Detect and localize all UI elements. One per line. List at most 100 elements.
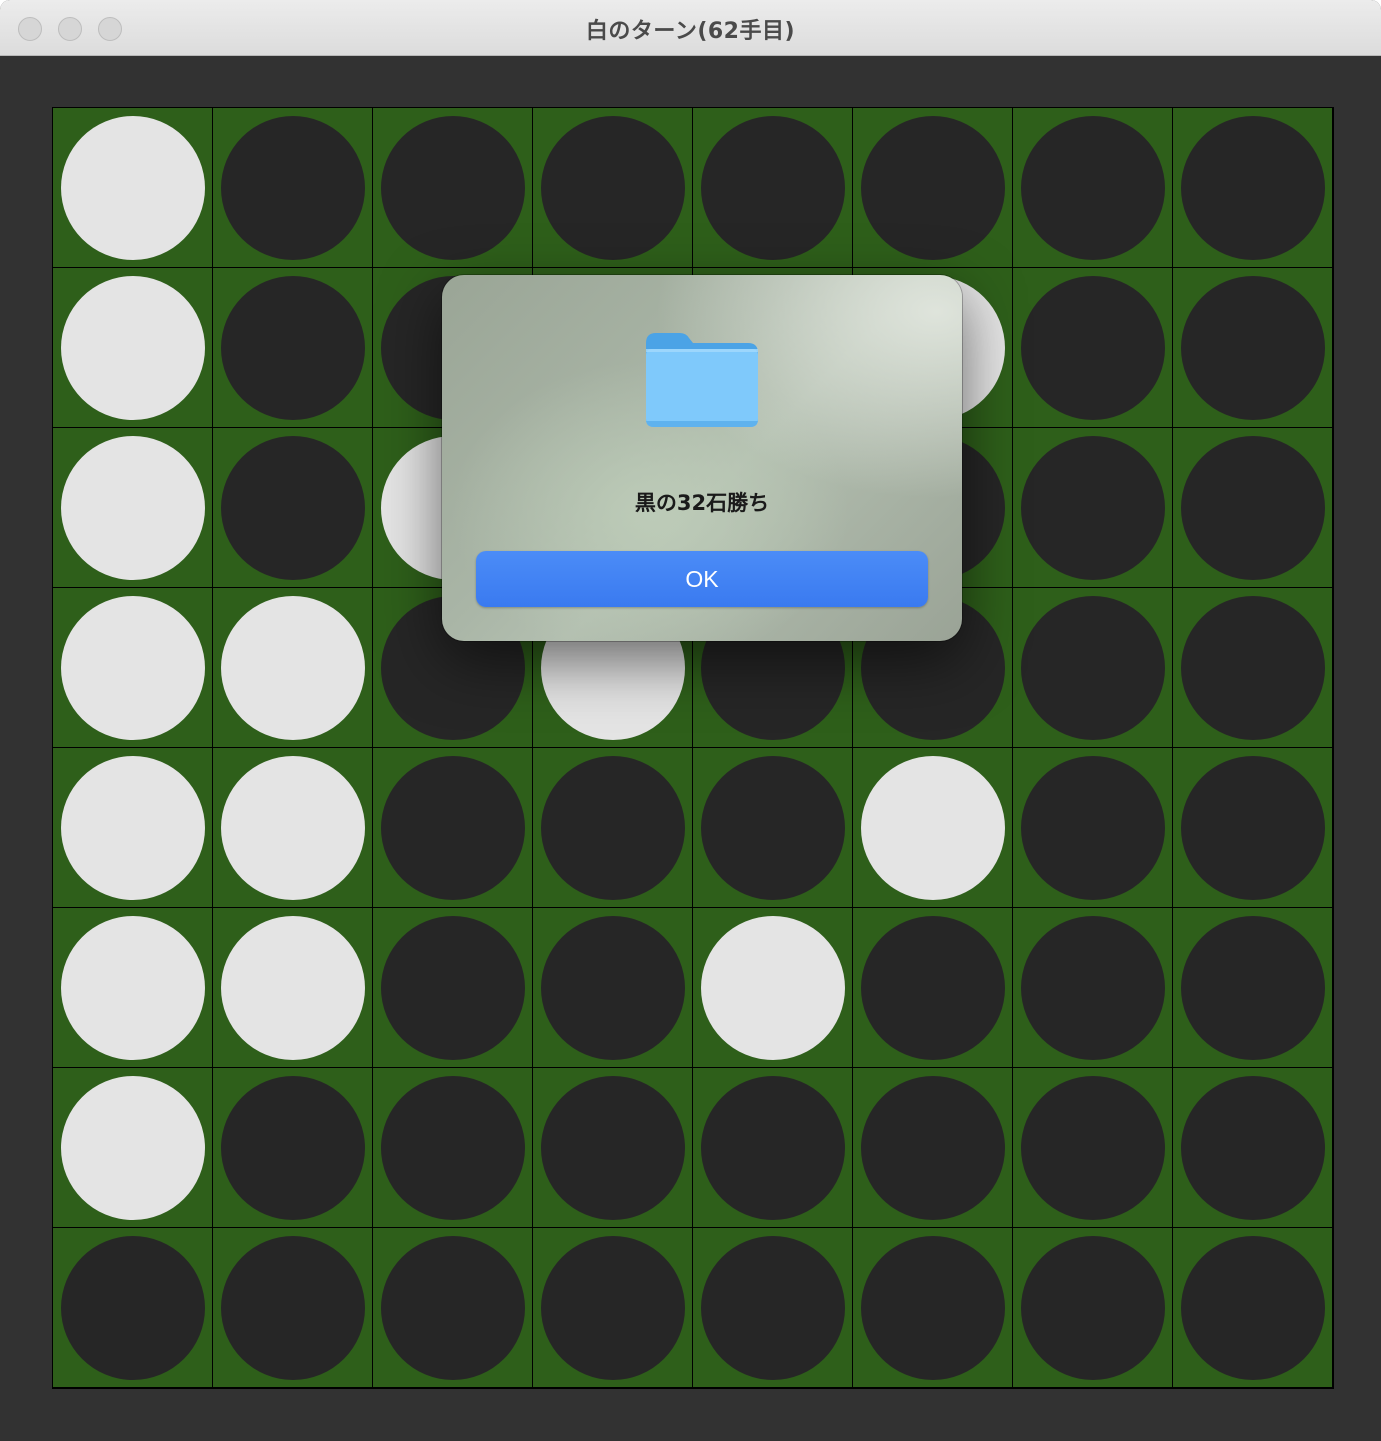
- black-stone: [220, 1075, 365, 1220]
- board-cell[interactable]: [213, 1068, 372, 1227]
- board-cell[interactable]: [53, 1068, 212, 1227]
- black-stone: [1020, 915, 1165, 1060]
- board-cell[interactable]: [853, 1228, 1012, 1387]
- board-cell[interactable]: [853, 1068, 1012, 1227]
- black-stone: [220, 435, 365, 580]
- board-cell[interactable]: [1013, 908, 1172, 1067]
- black-stone: [540, 915, 685, 1060]
- board-cell[interactable]: [1013, 748, 1172, 907]
- board-cell[interactable]: [1173, 748, 1332, 907]
- board-cell[interactable]: [533, 108, 692, 267]
- board-cell[interactable]: [1173, 268, 1332, 427]
- black-stone: [220, 275, 365, 420]
- board-cell[interactable]: [693, 748, 852, 907]
- black-stone: [1180, 915, 1325, 1060]
- board-cell[interactable]: [53, 268, 212, 427]
- result-message: 黒の32石勝ち: [634, 491, 770, 515]
- board-cell[interactable]: [1173, 588, 1332, 747]
- board-cell[interactable]: [373, 1228, 532, 1387]
- board-cell[interactable]: [1173, 1068, 1332, 1227]
- black-stone: [380, 1075, 525, 1220]
- black-stone: [700, 1075, 845, 1220]
- board-cell[interactable]: [373, 1068, 532, 1227]
- black-stone: [380, 755, 525, 900]
- white-stone: [60, 595, 205, 740]
- board-cell[interactable]: [1013, 1068, 1172, 1227]
- board-cell[interactable]: [533, 1068, 692, 1227]
- board-cell[interactable]: [213, 908, 372, 1067]
- black-stone: [540, 1075, 685, 1220]
- board-cell[interactable]: [213, 748, 372, 907]
- black-stone: [1020, 1235, 1165, 1380]
- board-cell[interactable]: [53, 908, 212, 1067]
- board-cell[interactable]: [213, 588, 372, 747]
- black-stone: [1180, 435, 1325, 580]
- black-stone: [380, 115, 525, 260]
- board-cell[interactable]: [1013, 268, 1172, 427]
- board-cell[interactable]: [213, 1228, 372, 1387]
- white-stone: [60, 1075, 205, 1220]
- board-cell[interactable]: [53, 428, 212, 587]
- black-stone: [860, 1075, 1005, 1220]
- black-stone: [1020, 115, 1165, 260]
- board-cell[interactable]: [1173, 108, 1332, 267]
- board-cell[interactable]: [1013, 1228, 1172, 1387]
- white-stone: [700, 915, 845, 1060]
- white-stone: [60, 915, 205, 1060]
- board-cell[interactable]: [1013, 428, 1172, 587]
- board-cell[interactable]: [53, 108, 212, 267]
- board-cell[interactable]: [693, 1228, 852, 1387]
- ok-button[interactable]: OK: [476, 551, 928, 607]
- board-cell[interactable]: [213, 108, 372, 267]
- board-cell[interactable]: [533, 748, 692, 907]
- window-title: 白のターン(62手目): [585, 19, 796, 44]
- board-cell[interactable]: [1173, 908, 1332, 1067]
- white-stone: [220, 595, 365, 740]
- black-stone: [860, 1235, 1005, 1380]
- black-stone: [380, 1235, 525, 1380]
- black-stone: [1180, 1235, 1325, 1380]
- app-window: 白のターン(62手目) 黒の32石勝ち OK: [0, 0, 1381, 1441]
- black-stone: [1180, 115, 1325, 260]
- board-cell[interactable]: [373, 748, 532, 907]
- black-stone: [220, 1235, 365, 1380]
- title-bar: 白のターン(62手目): [0, 0, 1381, 56]
- black-stone: [700, 115, 845, 260]
- board-cell[interactable]: [853, 748, 1012, 907]
- board-cell[interactable]: [53, 1228, 212, 1387]
- board-cell[interactable]: [1173, 428, 1332, 587]
- board-cell[interactable]: [853, 108, 1012, 267]
- black-stone: [860, 915, 1005, 1060]
- black-stone: [1020, 275, 1165, 420]
- white-stone: [60, 275, 205, 420]
- board-cell[interactable]: [1013, 588, 1172, 747]
- board-cell[interactable]: [373, 908, 532, 1067]
- white-stone: [60, 115, 205, 260]
- board-cell[interactable]: [853, 908, 1012, 1067]
- black-stone: [700, 755, 845, 900]
- game-over-dialog: 黒の32石勝ち OK: [442, 275, 962, 641]
- black-stone: [1180, 595, 1325, 740]
- white-stone: [860, 755, 1005, 900]
- black-stone: [1020, 595, 1165, 740]
- black-stone: [220, 115, 365, 260]
- folder-icon: [646, 333, 758, 427]
- black-stone: [380, 915, 525, 1060]
- board-cell[interactable]: [53, 748, 212, 907]
- board-cell[interactable]: [213, 268, 372, 427]
- board-cell[interactable]: [533, 908, 692, 1067]
- board-cell[interactable]: [693, 108, 852, 267]
- black-stone: [1020, 1075, 1165, 1220]
- board-cell[interactable]: [373, 108, 532, 267]
- board-cell[interactable]: [693, 1068, 852, 1227]
- black-stone: [540, 755, 685, 900]
- board-cell[interactable]: [53, 588, 212, 747]
- black-stone: [540, 1235, 685, 1380]
- black-stone: [700, 1235, 845, 1380]
- board-cell[interactable]: [1013, 108, 1172, 267]
- board-cell[interactable]: [213, 428, 372, 587]
- board-cell[interactable]: [693, 908, 852, 1067]
- board-cell[interactable]: [1173, 1228, 1332, 1387]
- board-cell[interactable]: [533, 1228, 692, 1387]
- black-stone: [1020, 755, 1165, 900]
